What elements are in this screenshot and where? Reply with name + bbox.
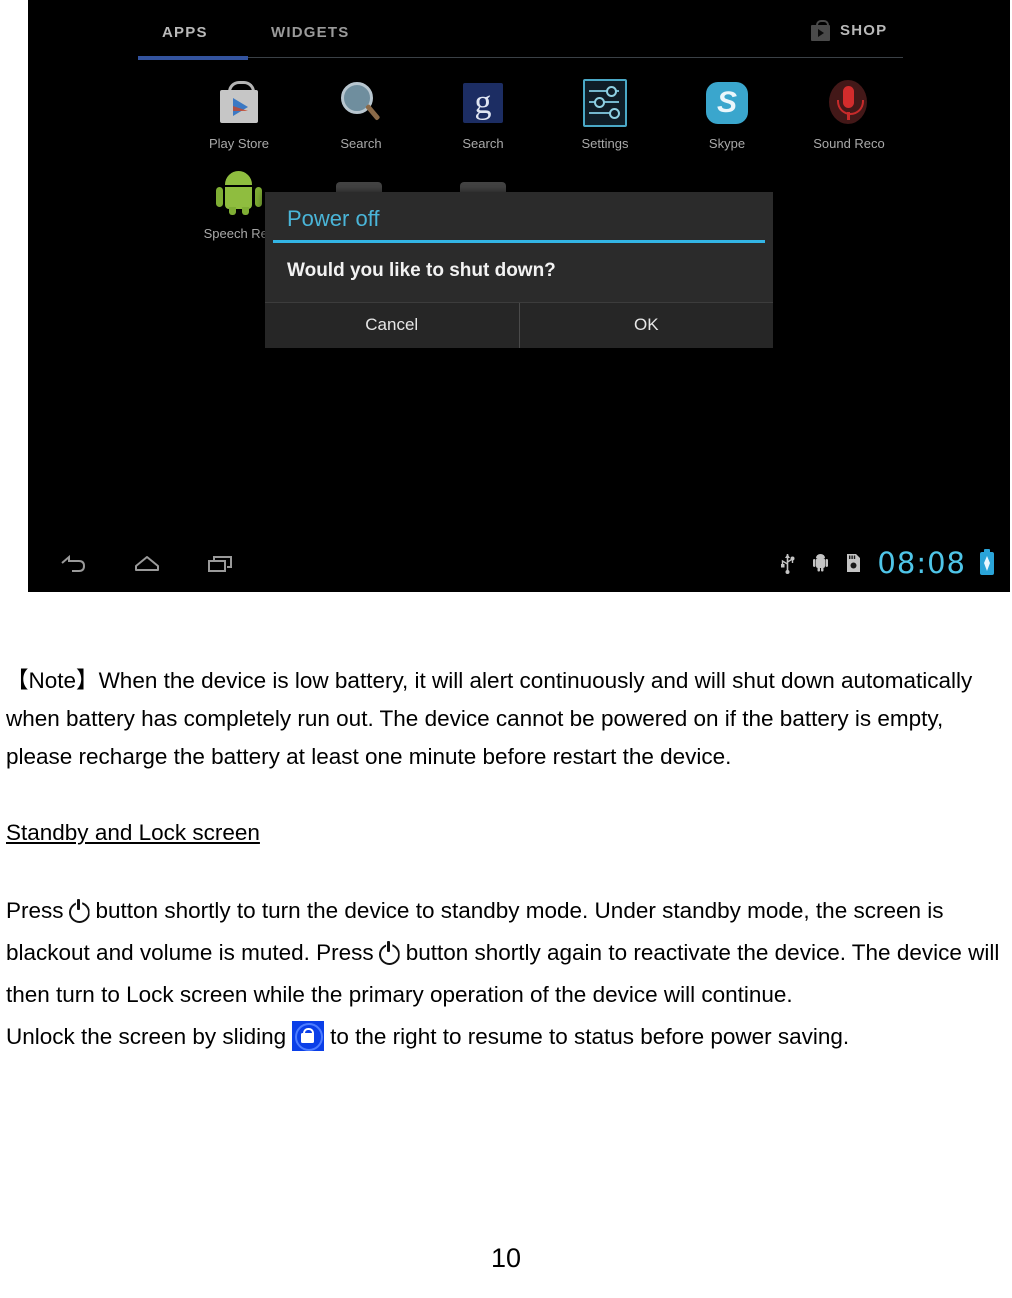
app-item-play-store[interactable]: Play Store [178,78,300,168]
status-clock: 08:08 [877,546,966,580]
app-label: Search [340,136,382,151]
status-icons: 08:08 [778,548,994,578]
note-bracket-open: 【 [6,668,29,693]
app-label: Skype [708,136,746,151]
standby-text: Press button shortly to turn the device t… [6,890,1006,1058]
power-off-dialog: Power off Would you like to shut down? C… [265,192,773,348]
lock-slider-icon [292,1021,325,1051]
app-label: Settings [581,136,629,151]
app-item-sound-recorder[interactable]: Sound Reco [788,78,910,168]
shop-bag-icon [811,20,830,41]
section-heading: Standby and Lock screen [6,820,260,845]
note-label: Note [28,668,77,693]
app-item-google-search[interactable]: g Search [422,78,544,168]
dialog-cancel-button[interactable]: Cancel [265,303,520,348]
app-row: Play Store Search g Search Settings S Sk… [178,78,938,168]
launcher-tab-bar: APPS WIDGETS SHOP [28,0,1010,62]
app-label: Sound Reco [813,136,885,151]
page-number: 10 [490,1243,522,1273]
note-paragraph: 【Note】When the device is low battery, it… [6,662,1006,776]
dialog-message: Would you like to shut down? [287,260,556,281]
google-search-icon: g [458,78,508,128]
app-item-search[interactable]: Search [300,78,422,168]
app-label: Search [462,136,504,151]
skype-icon: S [702,78,752,128]
android-robot-icon [214,168,264,218]
sd-card-icon [844,551,863,575]
adb-android-icon [811,551,830,575]
sound-recorder-icon [824,78,874,128]
tab-apps[interactable]: APPS [162,24,208,41]
unlock-text-1: Unlock the screen by sliding [6,1024,287,1049]
tab-bar-divider [248,57,903,58]
navigation-buttons [58,549,236,579]
app-label: Play Store [209,136,269,151]
press-text-1: Press [6,898,64,923]
system-bar: 08:08 [28,540,1010,592]
settings-sliders-icon [580,78,630,128]
tab-widgets[interactable]: WIDGETS [271,24,349,41]
note-text: 【Note】When the device is low battery, it… [6,662,1006,776]
shop-button[interactable]: SHOP [811,20,887,41]
usb-icon [778,551,797,575]
dialog-title: Power off [287,206,380,231]
power-button-icon [378,941,401,965]
play-store-icon [214,78,264,128]
recents-icon[interactable] [206,549,236,579]
tab-active-indicator [138,56,248,60]
back-icon[interactable] [58,549,88,579]
dialog-button-bar: Cancel OK [265,302,773,348]
standby-instructions: Press button shortly to turn the device t… [6,890,1006,1058]
app-item-settings[interactable]: Settings [544,78,666,168]
power-button-icon [68,899,91,923]
app-label: Speech Rec [203,226,275,241]
battery-charging-icon [980,548,994,575]
android-screenshot: APPS WIDGETS SHOP Play Store Search g Se… [28,0,1010,592]
note-body: When the device is low battery, it will … [6,668,973,769]
unlock-text-2: to the right to resume to status before … [330,1024,850,1049]
app-item-skype[interactable]: S Skype [666,78,788,168]
home-icon[interactable] [132,549,162,579]
shop-button-label: SHOP [840,22,888,39]
magnifier-search-icon [336,78,386,128]
document-body: 【Note】When the device is low battery, it… [0,600,1012,1058]
section-heading-wrap: Standby and Lock screen [6,776,1006,846]
dialog-ok-button[interactable]: OK [520,303,774,348]
note-bracket-close: 】 [76,668,99,693]
